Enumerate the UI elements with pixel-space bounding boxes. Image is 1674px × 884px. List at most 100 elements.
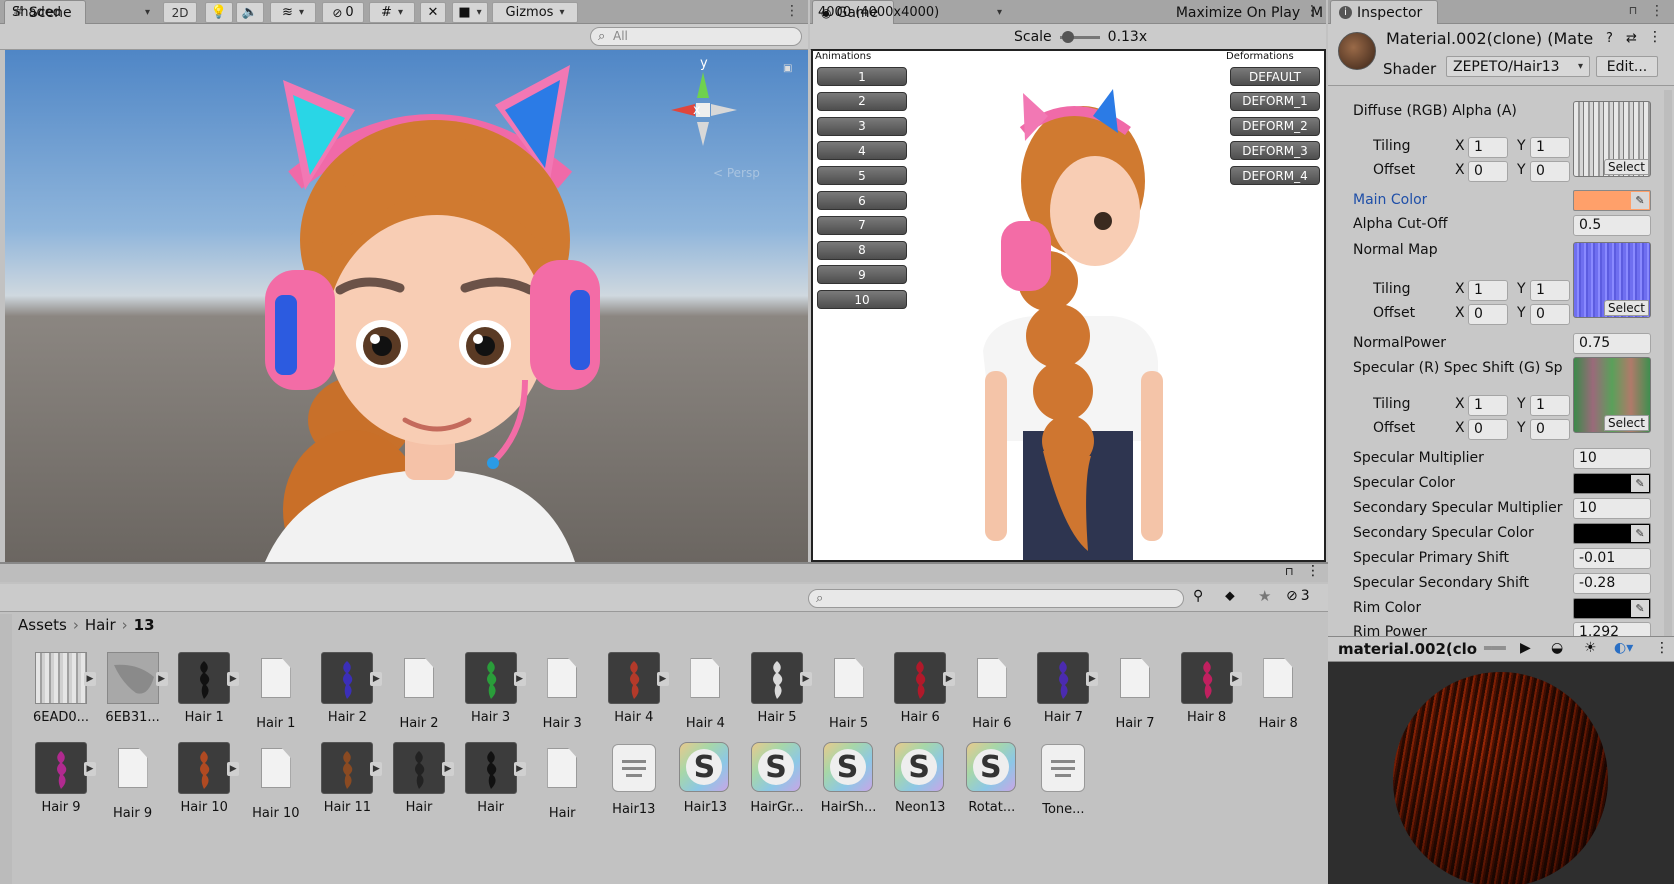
asset-item[interactable]: S Hair13 [670, 742, 740, 815]
asset-item[interactable]: ▶ Hair 10 [169, 742, 240, 815]
diffuse-select-button[interactable]: Select [1603, 159, 1649, 175]
animation-button[interactable]: 8 [817, 240, 907, 260]
drag-handle-icon[interactable]: ═══ [1484, 641, 1506, 655]
asset-item[interactable]: ▶ Hair 11 [312, 742, 383, 815]
asset-item[interactable]: ▶ 6EB31... [98, 652, 168, 725]
edit-shader-button[interactable]: Edit... [1596, 56, 1658, 77]
inspector-menu-icon[interactable]: ⋮ [1650, 4, 1664, 20]
main-color-swatch[interactable]: ✎ [1573, 190, 1651, 211]
animation-button[interactable]: 3 [817, 116, 907, 136]
asset-item[interactable]: Hair 8 [1243, 652, 1313, 731]
breadcrumb-hair[interactable]: Hair [85, 616, 116, 634]
asset-item[interactable]: ▶ Hair 7 [1028, 652, 1099, 725]
asset-item[interactable]: Hair 7 [1100, 652, 1170, 731]
help-icon[interactable]: ? [1606, 31, 1613, 46]
eyedropper-icon[interactable]: ✎ [1631, 600, 1649, 617]
grid-snap-icon[interactable]: # [369, 2, 415, 23]
sphere-shape-icon[interactable]: ◒ [1551, 640, 1563, 656]
animation-button[interactable]: 1 [817, 67, 907, 86]
deformation-button[interactable]: DEFORM_3 [1230, 141, 1320, 161]
eyedropper-icon[interactable]: ✎ [1631, 475, 1649, 492]
specular-tiling-y-field[interactable]: 1 [1530, 395, 1570, 416]
specular-offset-y-field[interactable]: 0 [1530, 419, 1570, 440]
scene-orientation-gizmo[interactable] [653, 62, 753, 152]
diffuse-texture-slot[interactable]: Select [1573, 101, 1651, 177]
animation-button[interactable]: 10 [817, 290, 907, 310]
asset-item[interactable]: ▶ Hair 4 [599, 652, 669, 725]
shader-dropdown[interactable]: ZEPETO/Hair13 [1446, 56, 1590, 77]
scene-viewport[interactable]: y x < Persp ▣ [5, 50, 808, 562]
animation-button[interactable]: 4 [817, 141, 907, 161]
shading-mode-dropdown[interactable]: Shaded [6, 2, 156, 23]
specular-tiling-x-field[interactable]: 1 [1468, 395, 1508, 416]
gizmos-dropdown[interactable]: Gizmos [492, 2, 578, 23]
audio-icon[interactable]: 🔈 [236, 2, 264, 23]
spec-primary-shift-field[interactable]: -0.01 [1573, 548, 1651, 569]
material-menu-icon[interactable]: ⋮ [1648, 29, 1662, 45]
toggle-2d-button[interactable]: 2D [163, 2, 197, 23]
deformation-button[interactable]: DEFORM_2 [1230, 116, 1320, 136]
asset-item[interactable]: Hair 5 [814, 652, 884, 731]
normal-offset-y-field[interactable]: 0 [1530, 304, 1570, 325]
preview-mode-icon[interactable]: ◐▾ [1614, 640, 1633, 656]
normal-map-select-button[interactable]: Select [1603, 300, 1649, 316]
camera-icon[interactable]: ■ [452, 2, 488, 23]
asset-item[interactable]: ▶ Hair 1 [169, 652, 240, 725]
maximize-on-play-toggle[interactable]: Maximize On Play [1166, 2, 1310, 23]
lighting-preview-icon[interactable]: ☀ [1584, 640, 1597, 656]
asset-item[interactable]: Hair 3 [527, 652, 597, 731]
sec-spec-mult-field[interactable]: 10 [1573, 498, 1651, 519]
lock-icon[interactable]: ▣ [783, 63, 792, 74]
asset-item[interactable]: ▶ Hair [456, 742, 526, 815]
diffuse-offset-y-field[interactable]: 0 [1530, 161, 1570, 182]
asset-item[interactable]: Hair 10 [241, 742, 311, 821]
asset-item[interactable]: ▶ Hair 9 [26, 742, 96, 815]
inspector-lock-icon[interactable]: ⊓ [1628, 4, 1638, 20]
filter-by-type-icon[interactable]: ⚲ [1193, 588, 1203, 604]
animation-button[interactable]: 9 [817, 265, 907, 285]
spec-color-swatch[interactable]: ✎ [1573, 473, 1651, 494]
animation-button[interactable]: 2 [817, 91, 907, 111]
diffuse-tiling-y-field[interactable]: 1 [1530, 137, 1570, 158]
asset-item[interactable]: Hair 1 [241, 652, 311, 731]
asset-item[interactable]: Hair13 [599, 742, 669, 817]
asset-item[interactable]: S Neon13 [885, 742, 955, 815]
alpha-cutoff-field[interactable]: 0.5 [1573, 215, 1651, 236]
deformation-button[interactable]: DEFORM_1 [1230, 91, 1320, 111]
normal-map-texture-slot[interactable]: Select [1573, 242, 1651, 318]
eyedropper-icon[interactable]: ✎ [1631, 525, 1649, 542]
project-left-scrollbar[interactable] [0, 614, 12, 884]
asset-item[interactable]: ▶ Hair 3 [456, 652, 526, 725]
preset-icon[interactable]: ⇄ [1626, 31, 1637, 46]
project-lock-icon[interactable]: ⊓ [1285, 565, 1294, 578]
asset-item[interactable]: Hair 4 [670, 652, 740, 731]
play-icon[interactable]: ▶ [1520, 640, 1531, 656]
normal-tiling-y-field[interactable]: 1 [1530, 280, 1570, 301]
favorites-star-icon[interactable]: ★ [1258, 587, 1271, 605]
scale-slider-thumb[interactable] [1061, 30, 1074, 43]
filter-by-label-icon[interactable]: ⬥ [1225, 588, 1235, 604]
hidden-packages-toggle[interactable]: ⊘ 3 [1286, 588, 1310, 604]
specular-texture-slot[interactable]: Select [1573, 357, 1651, 433]
game-viewport[interactable]: Animations Deformations 1 2 3 4 5 6 7 8 9 10 DEFA… [811, 49, 1326, 562]
sec-spec-color-swatch[interactable]: ✎ [1573, 523, 1651, 544]
project-menu-icon[interactable]: ⋮ [1306, 563, 1320, 579]
asset-item[interactable]: Hair 2 [384, 652, 454, 731]
specular-offset-x-field[interactable]: 0 [1468, 419, 1508, 440]
scene-search-input[interactable]: All [590, 27, 802, 46]
scale-slider[interactable] [1059, 30, 1100, 43]
rim-power-field[interactable]: 1.292 [1573, 622, 1651, 636]
scene-menu-icon[interactable]: ⋮ [785, 4, 799, 20]
diffuse-offset-x-field[interactable]: 0 [1468, 161, 1508, 182]
spec-mult-field[interactable]: 10 [1573, 448, 1651, 469]
breadcrumb-assets[interactable]: Assets [18, 616, 67, 634]
preview-menu-icon[interactable]: ⋮ [1655, 640, 1669, 656]
normal-offset-x-field[interactable]: 0 [1468, 304, 1508, 325]
breadcrumb-13[interactable]: 13 [134, 616, 155, 634]
normal-tiling-x-field[interactable]: 1 [1468, 280, 1508, 301]
asset-item[interactable]: S HairGr... [742, 742, 812, 815]
specular-select-button[interactable]: Select [1603, 415, 1649, 431]
hidden-objects-toggle[interactable]: ⊘ 0 [322, 2, 364, 23]
diffuse-tiling-x-field[interactable]: 1 [1468, 137, 1508, 158]
asset-item[interactable]: Hair 6 [957, 652, 1027, 731]
